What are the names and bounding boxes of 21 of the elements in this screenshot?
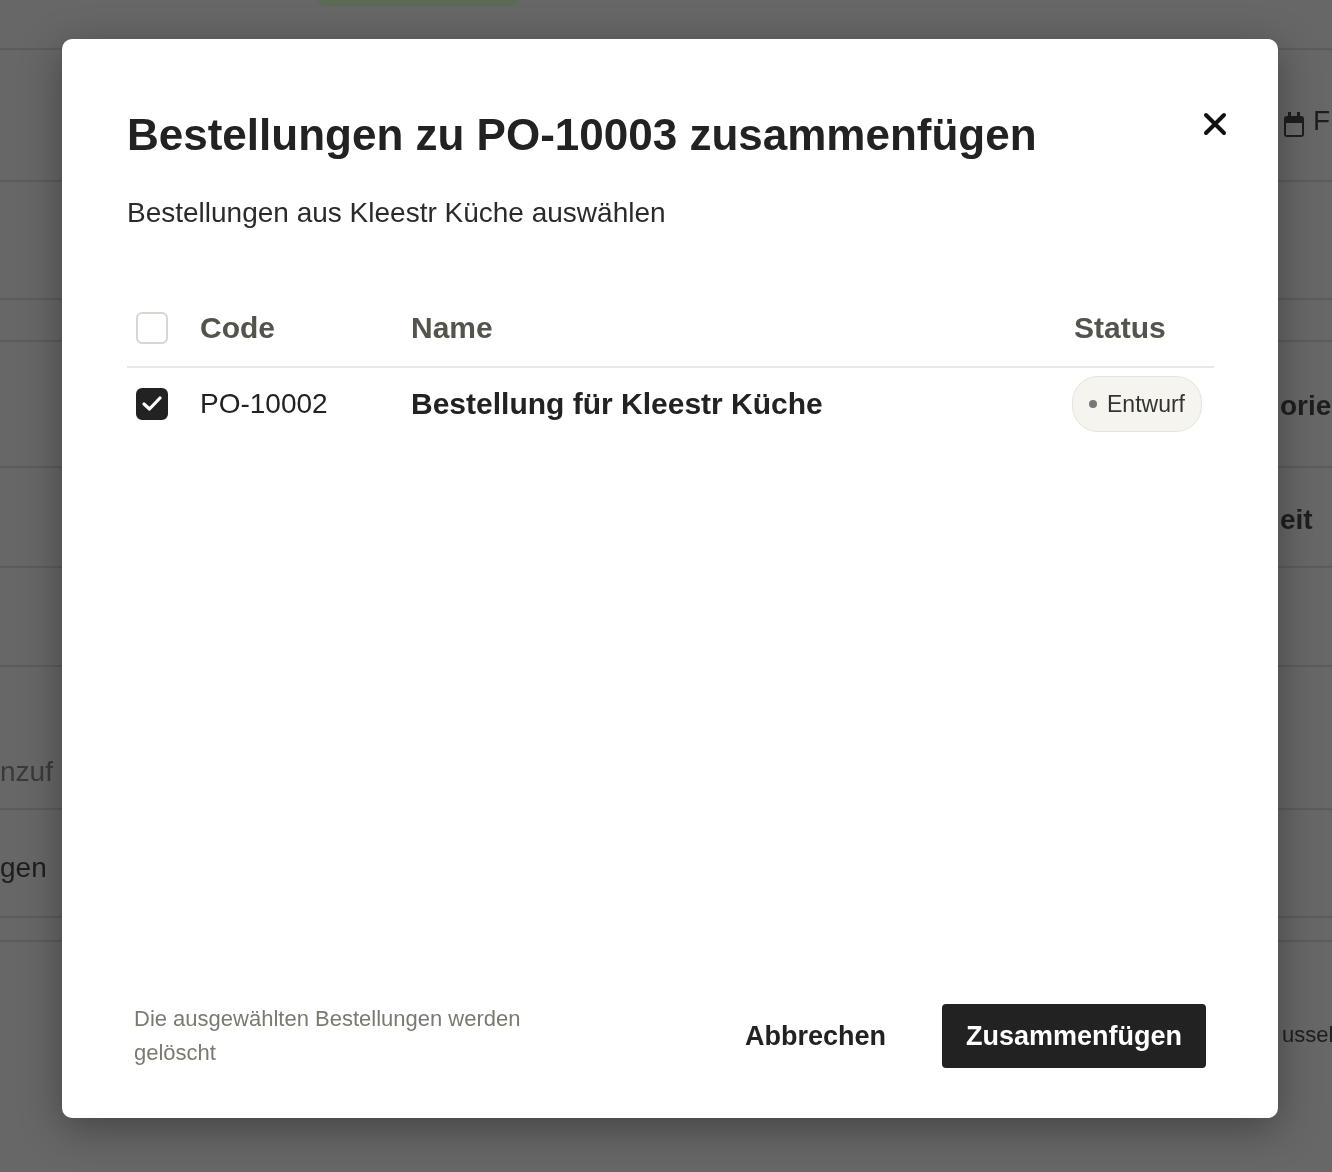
check-icon bbox=[142, 395, 162, 412]
order-name: Bestellung für Kleestr Küche bbox=[411, 387, 823, 421]
background-text: ussel bbox=[1282, 1024, 1332, 1046]
dialog-subtitle: Bestellungen aus Kleestr Küche auswählen bbox=[127, 195, 667, 230]
background-text: orie bbox=[1280, 392, 1332, 420]
background-text: eit bbox=[1280, 506, 1313, 534]
column-header: Status bbox=[1074, 311, 1166, 345]
status-text: Entwurf bbox=[1107, 389, 1185, 419]
column-header: Code bbox=[200, 311, 275, 345]
calendar-icon bbox=[1283, 109, 1305, 138]
close-icon[interactable] bbox=[1202, 111, 1228, 137]
checkbox[interactable] bbox=[136, 387, 168, 420]
dot-icon bbox=[1089, 399, 1097, 408]
merge-button[interactable]: Zusammenfügen bbox=[941, 1003, 1206, 1068]
dialog-title: Bestellungen zu PO-10003 zusammenfügen bbox=[127, 109, 1037, 161]
footer-note: Die ausgewählten Bestellungen werden gelöscht bbox=[134, 1004, 522, 1067]
background-text: gen bbox=[0, 854, 47, 882]
background-text: F bbox=[1313, 107, 1331, 135]
column-header: Name bbox=[411, 311, 493, 345]
cancel-button[interactable]: Abbrechen bbox=[724, 1001, 906, 1070]
order-code: PO-10002 bbox=[200, 387, 328, 419]
